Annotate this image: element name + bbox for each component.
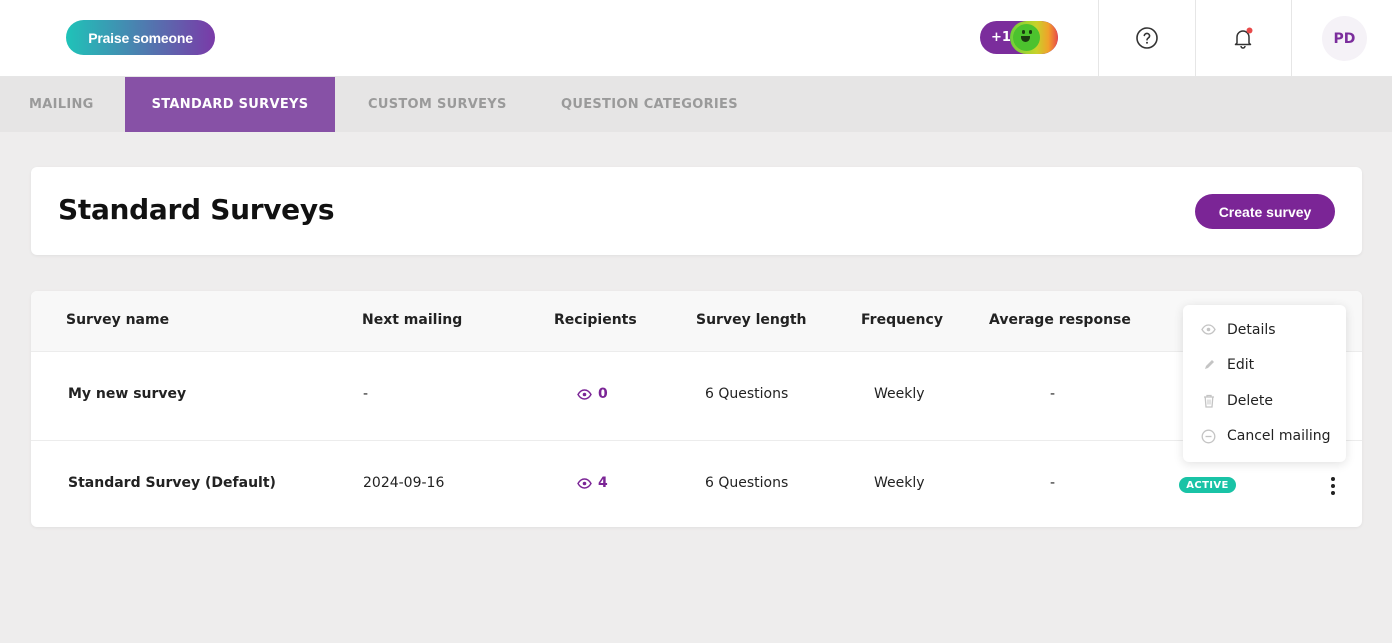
recipients-link[interactable]: 4 xyxy=(577,475,608,491)
column-header-survey-name[interactable]: Survey name xyxy=(66,312,169,328)
tab-mailing[interactable]: MAILING xyxy=(29,77,94,132)
survey-name[interactable]: Standard Survey (Default) xyxy=(68,475,276,491)
tab-custom-surveys[interactable]: CUSTOM SURVEYS xyxy=(368,77,507,132)
menu-item-delete[interactable]: Delete xyxy=(1183,383,1346,419)
title-card: Standard Surveys Create survey xyxy=(31,167,1362,255)
row-actions-menu: Details Edit Delete Cancel mailing xyxy=(1183,305,1346,462)
menu-item-label: Details xyxy=(1227,321,1276,338)
table-header: Survey name Next mailing Recipients Surv… xyxy=(31,291,1362,352)
recipients-link[interactable]: 0 xyxy=(577,386,608,402)
frequency: Weekly xyxy=(874,386,925,402)
menu-item-edit[interactable]: Edit xyxy=(1183,348,1346,384)
menu-item-label: Cancel mailing xyxy=(1227,428,1331,445)
page-title: Standard Surveys xyxy=(58,193,335,226)
average-response: - xyxy=(1050,386,1056,402)
average-response: - xyxy=(1050,475,1056,491)
status-badge: ACTIVE xyxy=(1179,477,1236,493)
survey-length: 6 Questions xyxy=(705,386,789,402)
notification-bell-icon[interactable] xyxy=(1229,24,1257,52)
menu-item-label: Edit xyxy=(1227,357,1255,374)
user-avatar[interactable]: PD xyxy=(1322,16,1367,61)
tab-bar: MAILING STANDARD SURVEYS CUSTOM SURVEYS … xyxy=(0,77,1392,132)
frequency: Weekly xyxy=(874,475,925,491)
create-survey-button[interactable]: Create survey xyxy=(1195,194,1335,229)
praise-someone-button[interactable]: Praise someone xyxy=(66,20,215,55)
top-header: Praise someone +1 PD xyxy=(0,0,1392,77)
tab-standard-surveys[interactable]: STANDARD SURVEYS xyxy=(125,77,335,132)
header-divider xyxy=(1195,0,1196,77)
karma-counter[interactable]: +1 xyxy=(980,21,1058,54)
menu-item-details[interactable]: Details xyxy=(1183,312,1346,348)
menu-item-cancel-mailing[interactable]: Cancel mailing xyxy=(1183,419,1346,455)
karma-count: +1 xyxy=(991,30,1011,45)
minus-circle-icon xyxy=(1201,429,1216,444)
column-header-average-response[interactable]: Average response xyxy=(989,312,1131,328)
survey-name[interactable]: My new survey xyxy=(68,386,186,402)
column-header-recipients[interactable]: Recipients xyxy=(554,312,637,328)
pencil-icon xyxy=(1201,358,1216,373)
survey-length: 6 Questions xyxy=(705,475,789,491)
recipients-count: 0 xyxy=(598,386,608,402)
column-header-frequency[interactable]: Frequency xyxy=(861,312,943,328)
header-divider xyxy=(1291,0,1292,77)
column-header-survey-length[interactable]: Survey length xyxy=(696,312,807,328)
table-row[interactable]: My new survey - 0 6 Questions Weekly - xyxy=(31,352,1362,440)
table-row[interactable]: Standard Survey (Default) 2024-09-16 4 6… xyxy=(31,440,1362,527)
column-header-next-mailing[interactable]: Next mailing xyxy=(362,312,462,328)
eye-icon xyxy=(577,477,592,489)
tab-question-categories[interactable]: QUESTION CATEGORIES xyxy=(561,77,738,132)
help-icon[interactable] xyxy=(1133,24,1161,52)
surveys-table: Survey name Next mailing Recipients Surv… xyxy=(31,291,1362,527)
menu-item-label: Delete xyxy=(1227,392,1273,409)
next-mailing: - xyxy=(363,386,369,402)
recipients-count: 4 xyxy=(598,475,608,491)
trash-icon xyxy=(1201,393,1216,408)
more-options-icon[interactable] xyxy=(1329,475,1337,497)
smiley-icon xyxy=(1010,21,1058,54)
eye-icon xyxy=(577,388,592,400)
header-divider xyxy=(1098,0,1099,77)
eye-icon xyxy=(1201,322,1216,337)
next-mailing: 2024-09-16 xyxy=(363,475,445,491)
